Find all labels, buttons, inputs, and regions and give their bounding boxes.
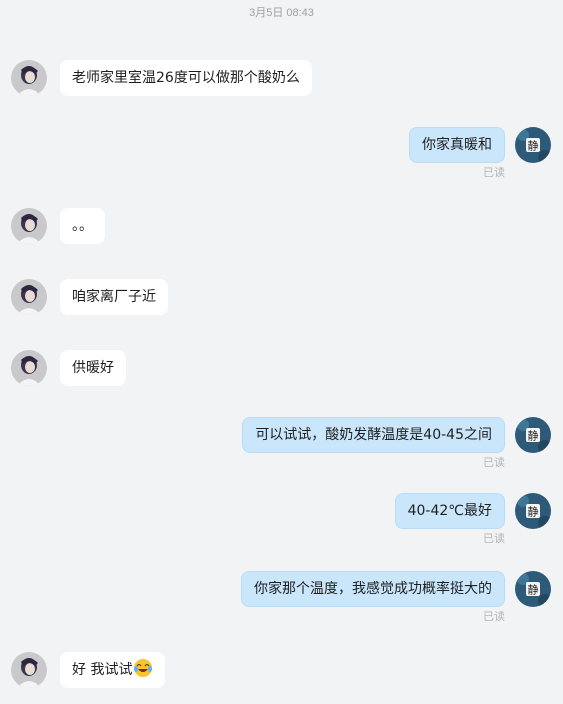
self-avatar[interactable]: 静 (515, 417, 551, 453)
message-bubble[interactable]: 。。 (60, 208, 105, 244)
self-avatar-glyph: 静 (528, 139, 539, 153)
message-bubble[interactable]: 老师家里室温26度可以做那个酸奶么 (60, 60, 312, 96)
self-avatar-glyph: 静 (528, 505, 539, 519)
message-bubble[interactable]: 你家那个温度，我感觉成功概率挺大的 (241, 571, 505, 607)
message-bubble[interactable]: 你家真暖和 (409, 127, 505, 163)
message-bubble[interactable]: 供暖好 (60, 350, 126, 386)
message-bubble[interactable]: 40-42℃最好 (394, 493, 505, 529)
self-avatar[interactable]: 静 (515, 493, 551, 529)
read-receipt: 已读 (483, 166, 505, 179)
message-text: 好 我试试 (72, 662, 133, 678)
read-receipt: 已读 (483, 456, 505, 469)
chat-window: 3月5日 08:43 老师家里室温26度可以做那个酸奶么 你家真暖和 静 已读 … (0, 0, 563, 704)
contact-avatar[interactable] (11, 350, 47, 386)
laughing-tears-emoji (133, 656, 153, 677)
message-bubble[interactable]: 可以试试，酸奶发酵温度是40-45之间 (242, 417, 505, 453)
self-avatar[interactable]: 静 (515, 571, 551, 607)
read-receipt: 已读 (483, 610, 505, 623)
self-avatar[interactable]: 静 (515, 127, 551, 163)
self-avatar-glyph: 静 (528, 429, 539, 443)
message-bubble[interactable]: 咱家离厂子近 (60, 279, 168, 315)
self-avatar-glyph: 静 (528, 583, 539, 597)
contact-avatar[interactable] (11, 652, 47, 688)
message-timestamp: 3月5日 08:43 (249, 7, 314, 19)
read-receipt: 已读 (483, 532, 505, 545)
contact-avatar[interactable] (11, 60, 47, 96)
message-bubble[interactable]: 好 我试试 (60, 652, 166, 688)
contact-avatar[interactable] (11, 208, 47, 244)
contact-avatar[interactable] (11, 279, 47, 315)
